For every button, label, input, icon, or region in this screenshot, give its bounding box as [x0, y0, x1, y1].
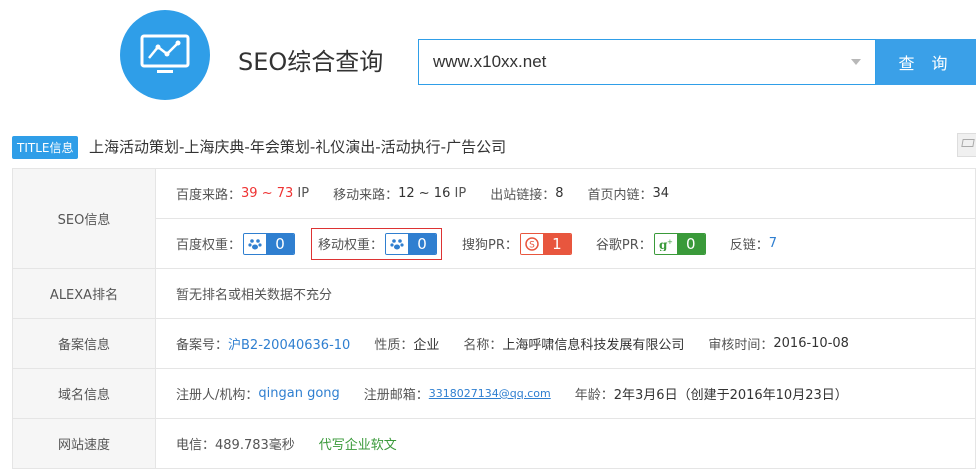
ad-link[interactable]: 代写企业软文 — [319, 434, 397, 453]
backlinks-value[interactable]: 7 — [769, 236, 777, 251]
telecom-speed: 电信：489.783毫秒 — [176, 438, 295, 453]
table-row: 域名信息 注册人/机构： qingan gong 注册邮箱： 3318027134@… — [12, 368, 976, 419]
sogou-pr-badge[interactable]: S 1 — [519, 232, 572, 255]
registrant-link[interactable]: qingan gong — [258, 386, 339, 401]
alexa-label: ALEXA排名 — [12, 268, 156, 319]
icp-label: 备案信息 — [12, 318, 156, 369]
table-row: 备案信息 备案号： 沪B2-20040636-10 性质： 企业 名称： 上海呼啸信息… — [12, 318, 976, 369]
seo-label: SEO信息 — [12, 168, 156, 269]
paw-icon — [244, 233, 267, 254]
google-plus-icon: g + — [654, 233, 677, 254]
baidu-traffic-value[interactable]: 39 ~ 73 — [241, 186, 293, 201]
icp-nature: 企业 — [413, 338, 440, 353]
mobile-weight-badge[interactable]: 0 — [385, 232, 438, 255]
monitor-chart-icon — [140, 34, 190, 73]
homepage-links-value[interactable]: 34 — [653, 186, 670, 201]
outlinks-value[interactable]: 8 — [555, 186, 563, 201]
paw-icon — [386, 233, 409, 254]
mobile-weight-highlight: 移动权重： 0 — [311, 227, 443, 260]
search-box[interactable] — [418, 39, 876, 85]
svg-text:+: + — [667, 238, 673, 246]
icp-number-link[interactable]: 沪B2-20040636-10 — [228, 334, 350, 353]
alexa-value: 暂无排名或相关数据不充分 — [176, 288, 333, 303]
table-row: ALEXA排名 暂无排名或相关数据不充分 — [12, 268, 976, 319]
logo — [120, 10, 210, 100]
layers-icon[interactable] — [957, 133, 976, 157]
baidu-weight-badge[interactable]: 0 — [243, 232, 296, 255]
svg-text:S: S — [529, 240, 535, 250]
chevron-down-icon[interactable] — [851, 59, 861, 65]
seo-info-table: SEO信息 百度来路： 39 ~ 73 IP 移动来路： 12 ~ 16 IP 出站… — [12, 168, 976, 469]
domain-age: 2年3月6日（创建于2016年10月23日） — [613, 388, 848, 403]
site-title: 上海活动策划-上海庆典-年会策划-礼仪演出-活动执行-广告公司 — [89, 138, 507, 156]
search-input[interactable] — [419, 40, 847, 84]
mobile-traffic-value: 12 ~ 16 — [398, 186, 451, 201]
icp-name: 上海呼啸信息科技发展有限公司 — [502, 338, 685, 353]
speed-label: 网站速度 — [12, 418, 156, 469]
table-row: SEO信息 百度来路： 39 ~ 73 IP 移动来路： 12 ~ 16 IP 出站… — [12, 168, 976, 269]
google-pr-badge[interactable]: g + 0 — [653, 232, 706, 255]
email-link[interactable]: 3318027134@qq.com — [429, 387, 551, 400]
page-title: SEO综合查询 — [238, 48, 384, 76]
icp-audit-date: 2016-10-08 — [773, 336, 849, 351]
sogou-icon: S — [520, 233, 543, 254]
table-row: 网站速度 电信：489.783毫秒 代写企业软文 — [12, 418, 976, 469]
table-row: 百度权重： 0 移动权重： 0 搜狗PR： S 1 谷歌PR： g + 0 反链… — [13, 218, 976, 269]
domain-label: 域名信息 — [12, 368, 156, 419]
search-button[interactable]: 查 询 — [876, 39, 976, 85]
title-info-tag: TITLE信息 — [12, 136, 79, 159]
